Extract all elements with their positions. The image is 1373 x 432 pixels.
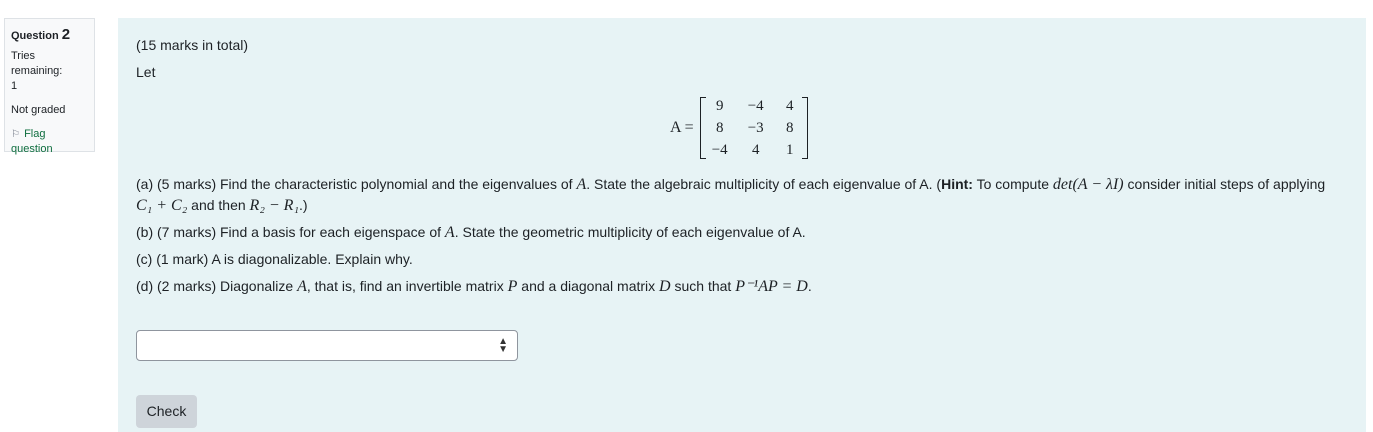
question-label: Question bbox=[11, 30, 59, 42]
part-a-line-1: (a) (5 marks) Find the characteristic po… bbox=[136, 175, 1325, 194]
math-det: det(A − λI) bbox=[1052, 176, 1124, 193]
matrix-entry: 4 bbox=[785, 97, 794, 114]
part-c: (c) (1 mark) A is diagonalizable. Explai… bbox=[136, 251, 413, 267]
select-arrows-icon: ▲ ▼ bbox=[498, 336, 508, 355]
flag-icon: ⚐ bbox=[11, 129, 20, 140]
matrix-entry: 8 bbox=[715, 119, 724, 136]
math-A: A bbox=[297, 278, 307, 295]
flag-question-link[interactable]: ⚐ Flag question bbox=[11, 127, 88, 157]
question-number-value: 2 bbox=[61, 26, 71, 43]
tries-remaining: Tries remaining: 1 bbox=[11, 49, 88, 94]
matrix-A: 9 −4 4 8 −3 8 −4 4 1 bbox=[706, 95, 802, 161]
matrix-entry: 4 bbox=[751, 141, 760, 158]
part-d-text-3: and a diagonal matrix bbox=[517, 278, 656, 294]
check-button[interactable]: Check bbox=[136, 395, 197, 428]
part-d-text: (d) (2 marks) Diagonalize bbox=[136, 278, 294, 294]
part-d-text-4: such that bbox=[670, 278, 732, 294]
matrix-entry: 9 bbox=[715, 97, 724, 114]
matrix-entry: 1 bbox=[785, 141, 794, 158]
matrix-entry: −4 bbox=[711, 141, 728, 158]
let-text: Let bbox=[136, 64, 156, 80]
matrix-entry: −3 bbox=[747, 119, 764, 136]
question-number: Question 2 bbox=[11, 27, 88, 44]
matrix-right-bracket bbox=[801, 97, 808, 159]
grading-state: Not graded bbox=[11, 104, 66, 116]
matrix-equation: A = 9 −4 4 8 −3 8 −4 4 1 bbox=[670, 97, 808, 159]
math-D: D bbox=[659, 278, 671, 295]
part-d-text-2: , that is, find an invertible matrix bbox=[306, 278, 504, 294]
part-d: (d) (2 marks) Diagonalize A, that is, fi… bbox=[136, 277, 812, 296]
part-a-text-5: and then bbox=[187, 197, 246, 213]
answer-select[interactable]: ▲ ▼ bbox=[136, 330, 518, 361]
tries-label: Tries remaining: bbox=[11, 50, 63, 77]
part-a-text: (a) (5 marks) Find the characteristic po… bbox=[136, 176, 573, 192]
question-info-panel: Question 2 Tries remaining: 1 Not graded … bbox=[4, 18, 95, 155]
question-content: (15 marks in total) Let A = 9 −4 4 8 −3 … bbox=[118, 18, 1366, 432]
matrix-entry: 8 bbox=[785, 119, 794, 136]
part-b-text-2: . State the geometric multiplicity of ea… bbox=[454, 224, 806, 240]
part-a-text-6: .) bbox=[299, 197, 308, 213]
part-d-text-5: . bbox=[807, 278, 812, 294]
matrix-entry: −4 bbox=[747, 97, 764, 114]
math-A: A bbox=[444, 224, 455, 241]
total-marks: (15 marks in total) bbox=[136, 37, 249, 53]
part-a-text-3: To compute bbox=[972, 176, 1049, 192]
math-diagonalization: P⁻¹AP = D bbox=[735, 278, 808, 295]
math-c1-c2: C₁ + C₂ bbox=[136, 197, 188, 214]
part-b-text: (b) (7 marks) Find a basis for each eige… bbox=[136, 224, 442, 240]
tries-value: 1 bbox=[11, 80, 18, 92]
math-r2-r1: R₂ − R₁ bbox=[249, 197, 300, 214]
part-a-text-2: . State the algebraic multiplicity of ea… bbox=[586, 176, 942, 192]
math-A: A bbox=[576, 176, 587, 193]
part-b: (b) (7 marks) Find a basis for each eige… bbox=[136, 223, 806, 242]
matrix-lhs: A = bbox=[670, 119, 694, 136]
math-P: P bbox=[507, 278, 518, 295]
part-a-line-2: C₁ + C₂ and then R₂ − R₁.) bbox=[136, 196, 308, 215]
part-a-text-4: consider initial steps of applying bbox=[1123, 176, 1326, 192]
hint-label: Hint: bbox=[941, 176, 973, 192]
